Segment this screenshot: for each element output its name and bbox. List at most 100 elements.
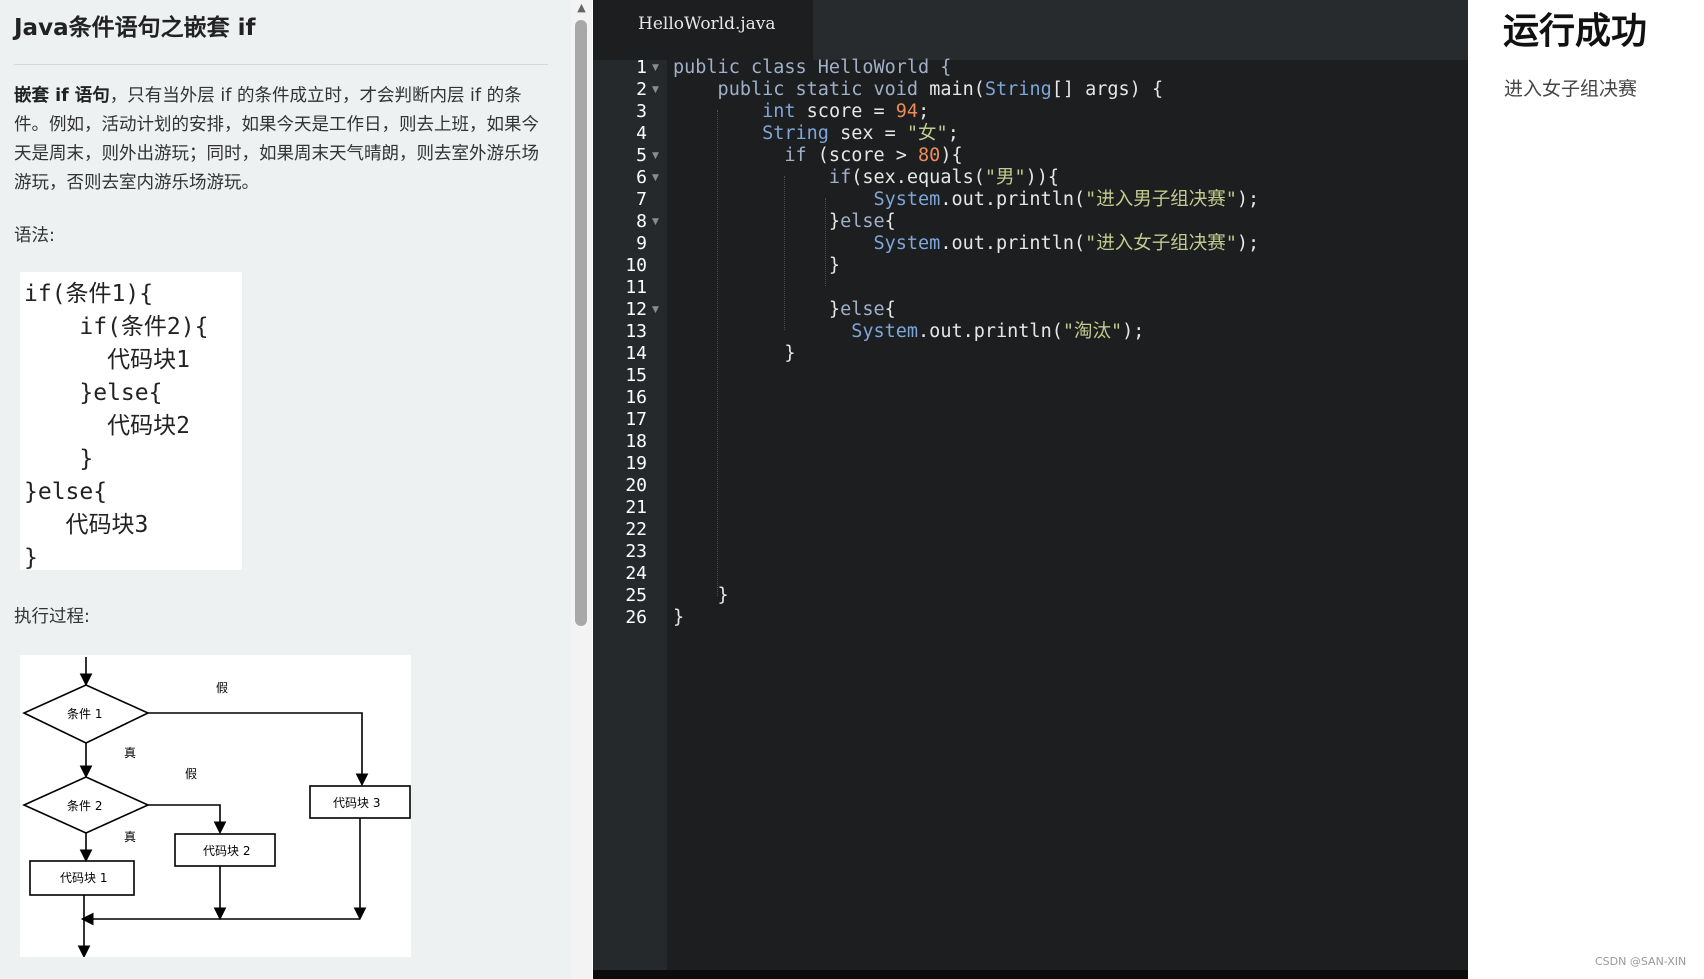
line-number: 26 — [625, 607, 647, 628]
line-number: 12 — [625, 299, 647, 320]
code-token: ); — [1236, 233, 1260, 254]
code-token: 80 — [918, 145, 941, 166]
flowchart-svg: 条件 1 条件 2 代码块 1 代码块 2 代码块 3 假 真 假 真 — [22, 657, 411, 959]
code-line-7[interactable]: System.out.println("进入男子组决赛"); — [673, 188, 1259, 212]
code-token: ; — [947, 123, 959, 144]
cond1-false-arrow — [148, 712, 369, 787]
line-number: 23 — [625, 541, 647, 562]
scroll-up-arrow-icon[interactable]: ▲ — [571, 0, 592, 16]
code-token: } — [673, 255, 841, 276]
lesson-panel: Java条件语句之嵌套 if 嵌套 if 语句，只有当外层 if 的条件成立时，… — [0, 0, 571, 979]
code-line-14[interactable]: } — [673, 342, 796, 366]
code-token: } — [673, 607, 685, 628]
code-token: (sex.equals( — [851, 167, 985, 188]
code-token: score = — [795, 101, 896, 122]
code-editor[interactable]: HelloWorld.java 1 2 3 4 5 6 7 8 9 10 11 … — [593, 0, 1468, 979]
code-token: public static void — [673, 79, 930, 100]
code-area[interactable]: 1 2 3 4 5 6 7 8 9 10 11 12 13 14 15 16 1… — [593, 57, 1468, 970]
code-line-12[interactable]: }else{ — [673, 298, 896, 322]
line-number: 15 — [625, 365, 647, 386]
line-number: 6 — [636, 167, 647, 188]
scrollbar-thumb[interactable] — [575, 20, 587, 626]
code-token: System — [673, 321, 919, 342]
line-number: 1 — [636, 57, 647, 78]
code-token: ); — [1122, 321, 1145, 342]
editor-bottom-bar — [593, 970, 1468, 979]
fold-arrow-icon[interactable]: ▼ — [652, 166, 659, 190]
fold-arrow-icon[interactable]: ▼ — [652, 144, 659, 168]
code-token: ); — [1236, 189, 1260, 210]
code-line-6[interactable]: if(sex.equals("男")){ — [673, 166, 1059, 190]
line-number: 18 — [625, 431, 647, 452]
line-number: 8 — [636, 211, 647, 232]
code-line-10[interactable]: } — [673, 254, 840, 278]
line-number: 13 — [625, 321, 647, 342]
code-line-2[interactable]: public static void main(String[] args) { — [673, 78, 1164, 102]
lesson-title: Java条件语句之嵌套 if — [14, 15, 256, 41]
editor-tab-bar: HelloWorld.java — [593, 0, 1468, 60]
code-line-4[interactable]: String sex = "女"; — [673, 122, 959, 146]
tab-helloworld-java[interactable]: HelloWorld.java — [593, 0, 813, 60]
code-token: String — [673, 123, 829, 144]
code-token: { — [884, 299, 896, 320]
fold-arrow-icon[interactable]: ▼ — [652, 56, 659, 80]
false-label-1: 假 — [216, 681, 228, 695]
code-token: "进入女子组决赛" — [1085, 233, 1237, 254]
fold-arrow-icon[interactable]: ▼ — [652, 210, 659, 234]
code-token: System — [673, 189, 941, 210]
intro-bold: 嵌套 if 语句 — [14, 86, 110, 106]
code-token: ; — [918, 101, 930, 122]
line-number: 17 — [625, 409, 647, 430]
block3-label: 代码块 3 — [333, 796, 380, 810]
line-number: 10 — [625, 255, 647, 276]
code-token: { — [884, 211, 896, 232]
watermark: CSDN @SAN-XIN — [1595, 955, 1687, 968]
code-token: 94 — [895, 101, 919, 122]
code-token: } — [673, 585, 729, 606]
code-token: if — [673, 167, 852, 188]
cond2-label: 条件 2 — [67, 799, 102, 813]
code-token: main( — [929, 79, 985, 100]
code-line-5[interactable]: if (score > 80){ — [673, 144, 963, 168]
cond1-label: 条件 1 — [67, 707, 102, 721]
line-number: 4 — [636, 123, 647, 144]
code-line-1[interactable]: public class HelloWorld { — [673, 56, 951, 80]
code-line-25[interactable]: } — [673, 584, 729, 608]
true-label-1: 真 — [124, 746, 136, 760]
line-number: 24 — [625, 563, 647, 584]
fold-arrow-icon[interactable]: ▼ — [652, 298, 659, 322]
code-token: ){ — [940, 145, 963, 166]
code-token: .out.println( — [940, 189, 1086, 210]
code-token: "男" — [984, 167, 1026, 188]
code-line-3[interactable]: int score = 94; — [673, 100, 929, 124]
code-token: public class HelloWorld { — [673, 57, 952, 78]
code-token: else — [840, 299, 885, 320]
cond2-false-arrow — [148, 804, 227, 835]
code-token: .out.println( — [940, 233, 1086, 254]
line-number: 2 — [636, 79, 647, 100]
fold-arrow-icon[interactable]: ▼ — [652, 78, 659, 102]
code-line-13[interactable]: System.out.println("淘汰"); — [673, 320, 1144, 344]
line-number: 5 — [636, 145, 647, 166]
output-panel: 运行成功 进入女子组决赛 CSDN @SAN-XIN — [1468, 0, 1704, 979]
syntax-code: if(条件1){ if(条件2){ 代码块1 }else{ 代码块2 } }el… — [24, 281, 209, 571]
code-token: } — [673, 299, 841, 320]
code-token: } — [673, 343, 796, 364]
code-token: String — [984, 79, 1052, 100]
line-number: 11 — [625, 277, 647, 298]
line-number: 22 — [625, 519, 647, 540]
code-token: "女" — [906, 123, 948, 144]
syntax-label: 语法: — [14, 226, 55, 246]
code-token: (score > — [806, 145, 919, 166]
line-number: 14 — [625, 343, 647, 364]
true-label-2: 真 — [124, 830, 136, 844]
code-token: int — [673, 101, 796, 122]
code-line-26[interactable]: } — [673, 606, 684, 630]
code-token: [] args) { — [1051, 79, 1164, 100]
lesson-scrollbar[interactable]: ▲ — [571, 0, 592, 979]
flow-label: 执行过程: — [14, 607, 90, 627]
code-token: if — [673, 145, 807, 166]
code-line-8[interactable]: }else{ — [673, 210, 896, 234]
code-token: else — [840, 211, 885, 232]
code-line-9[interactable]: System.out.println("进入女子组决赛"); — [673, 232, 1259, 256]
